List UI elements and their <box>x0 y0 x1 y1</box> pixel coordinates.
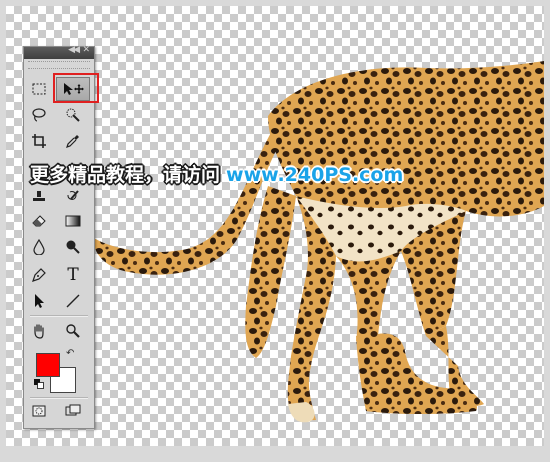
clone-stamp-icon[interactable] <box>28 187 50 207</box>
blur-icon[interactable] <box>28 237 50 257</box>
gradient-icon[interactable] <box>62 211 84 231</box>
watermark-url: www.240PS.com <box>226 164 404 186</box>
hand-icon[interactable] <box>28 321 50 341</box>
tools-panel: ◀◀ ✕ T ↶ <box>23 45 95 429</box>
dodge-icon[interactable] <box>62 237 84 257</box>
type-icon[interactable]: T <box>62 265 84 285</box>
separator <box>30 315 88 317</box>
type-tool-glyph: T <box>67 265 79 285</box>
tools-panel-header: ◀◀ ✕ <box>24 45 94 59</box>
crop-icon[interactable] <box>28 131 50 151</box>
move-tool-icon[interactable] <box>56 77 90 101</box>
history-brush-icon[interactable] <box>62 187 84 207</box>
close-icon[interactable]: ✕ <box>82 45 90 55</box>
default-colors-icon[interactable] <box>34 379 44 389</box>
separator <box>30 397 88 399</box>
swap-colors-icon[interactable]: ↶ <box>66 348 74 359</box>
quick-selection-icon[interactable] <box>62 105 84 125</box>
zoom-icon[interactable] <box>62 321 84 341</box>
path-selection-icon[interactable] <box>28 291 50 311</box>
watermark: 更多精品教程，请访问 www.240PS.com <box>30 160 403 187</box>
pen-icon[interactable] <box>28 265 50 285</box>
eraser-icon[interactable] <box>28 211 50 231</box>
watermark-text: 更多精品教程，请访问 <box>30 164 221 186</box>
quick-mask-icon[interactable] <box>28 401 50 421</box>
line-icon[interactable] <box>62 291 84 311</box>
rectangular-marquee-icon[interactable] <box>28 79 50 99</box>
collapse-icon[interactable]: ◀◀ <box>68 45 80 55</box>
lasso-icon[interactable] <box>28 105 50 125</box>
foreground-color-swatch[interactable] <box>36 353 60 377</box>
panel-grip[interactable] <box>28 61 90 69</box>
eyedropper-icon[interactable] <box>62 131 84 151</box>
screen-mode-icon[interactable] <box>62 401 84 421</box>
